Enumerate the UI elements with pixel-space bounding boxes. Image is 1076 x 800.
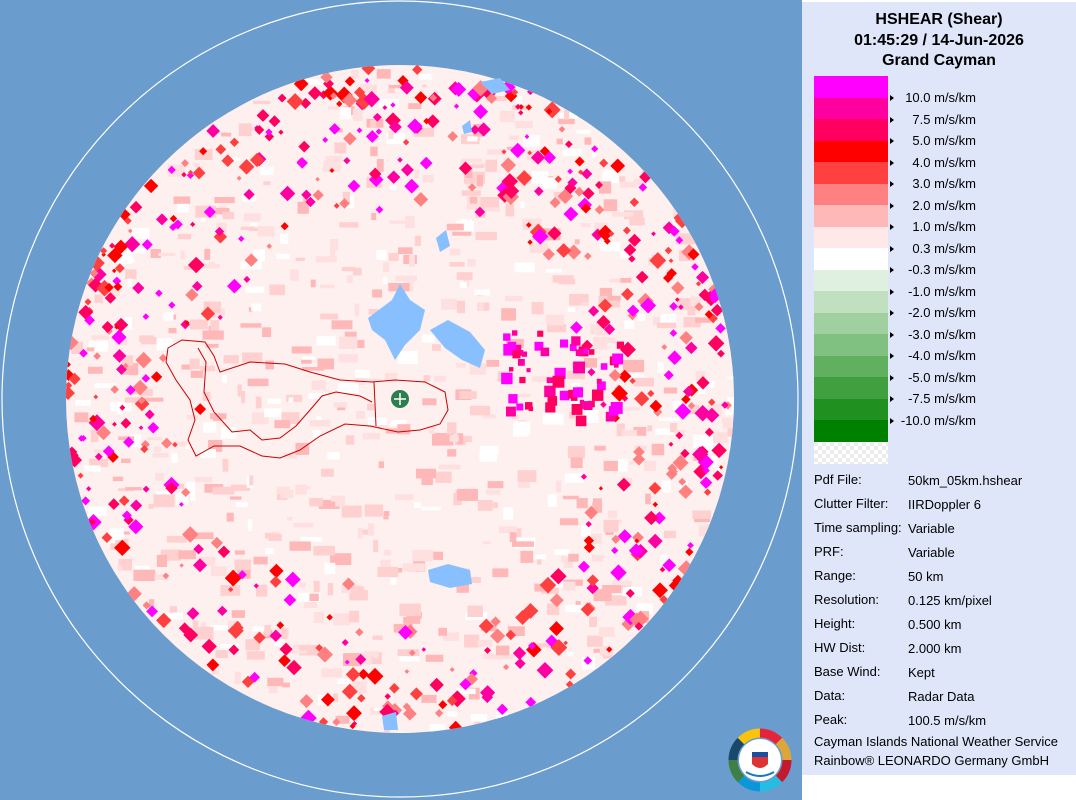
legend-label: -0.3 m/s/km [908, 262, 976, 277]
legend-swatch [814, 355, 888, 378]
legend-swatch [814, 248, 888, 270]
info-panel: HSHEAR (Shear) 01:45:29 / 14-Jun-2026 Gr… [802, 0, 1076, 800]
info-value: Variable [908, 545, 955, 560]
legend-swatch [814, 334, 888, 356]
product-datetime: 01:45:29 / 14-Jun-2026 [854, 32, 1024, 49]
legend-label: 2.0 m/s/km [912, 197, 976, 213]
radar-map [1, 0, 799, 798]
legend-swatch [814, 269, 888, 292]
legend-tick-marker [890, 288, 894, 295]
legend-tick-marker [890, 310, 894, 316]
legend-tick-marker [890, 417, 894, 424]
info-panel-body: HSHEAR (Shear) 01:45:29 / 14-Jun-2026 Gr… [802, 2, 1076, 775]
legend-label: 5.0 m/s/km [912, 133, 976, 148]
legend-label: 7.5 m/s/km [912, 111, 976, 127]
info-key: Resolution: [814, 592, 880, 607]
legend-label: -1.0 m/s/km [908, 283, 976, 299]
legend-swatch [814, 377, 888, 399]
legend-tick-marker [890, 224, 894, 230]
legend-label: 10.0 m/s/km [905, 90, 976, 105]
info-value: Kept [908, 665, 935, 680]
legend-swatch-bottom [814, 420, 888, 442]
legend-tick-marker [890, 202, 894, 209]
info-key: Time sampling: [814, 520, 902, 535]
site-name: Grand Cayman [882, 52, 996, 69]
footer-software: Rainbow® LEONARDO Germany GmbH [814, 753, 1049, 768]
info-value: 0.125 km/pixel [908, 593, 992, 608]
info-key: Height: [814, 616, 856, 631]
legend-tick-marker [890, 267, 894, 273]
legend-tick-marker [890, 331, 894, 338]
info-key: Base Wind: [814, 664, 881, 679]
legend-swatch [814, 398, 888, 421]
info-key: Clutter Filter: [814, 496, 889, 511]
legend-tick-marker [890, 396, 894, 402]
legend-swatch [814, 183, 888, 206]
info-key: HW Dist: [814, 640, 866, 655]
legend-swatch [814, 162, 888, 184]
legend-swatch [814, 140, 888, 163]
info-value: IIRDoppler 6 [908, 497, 981, 512]
info-key: Range: [814, 568, 856, 583]
legend-swatch [814, 97, 888, 120]
legend-label: 1.0 m/s/km [912, 219, 976, 234]
legend-no-data-swatch [814, 442, 888, 464]
legend-swatch [814, 291, 888, 313]
legend-label: 0.3 m/s/km [912, 240, 976, 256]
legend-label: 4.0 m/s/km [912, 154, 976, 170]
info-key: Pdf File: [814, 472, 862, 487]
legend-tick-marker [890, 374, 894, 381]
legend-tick-marker [890, 138, 894, 144]
info-value: 50 km [908, 569, 944, 584]
legend-swatch [814, 226, 888, 249]
info-value: 2.000 km [908, 641, 962, 656]
legend-swatch [814, 76, 888, 98]
info-value: Radar Data [908, 689, 975, 704]
legend-label: -2.0 m/s/km [908, 305, 976, 320]
legend-swatch [814, 205, 888, 227]
info-value: 100.5 m/s/km [908, 713, 987, 728]
info-value: 50km_05km.hshear [908, 473, 1023, 488]
legend-tick-marker [890, 159, 894, 166]
legend-tick-marker [890, 116, 894, 123]
legend-tick-marker [890, 181, 894, 187]
legend-label: -5.0 m/s/km [908, 369, 976, 385]
footer-agency: Cayman Islands National Weather Service [814, 734, 1058, 749]
legend-swatch [814, 312, 888, 335]
legend-label: -10.0 m/s/km [900, 412, 976, 428]
info-value: Variable [908, 521, 955, 536]
product-title: HSHEAR (Shear) [875, 11, 1003, 28]
info-key: Peak: [814, 712, 848, 727]
info-key: Data: [814, 688, 846, 703]
legend-label: -7.5 m/s/km [908, 391, 976, 406]
info-value: 0.500 km [908, 617, 962, 632]
legend-label: -3.0 m/s/km [908, 326, 976, 342]
legend-label: -4.0 m/s/km [908, 348, 976, 363]
info-key: PRF: [814, 544, 844, 559]
weather-service-logo [728, 728, 792, 792]
legend-label: 3.0 m/s/km [912, 176, 976, 191]
legend-tick-marker [890, 245, 894, 252]
radar-site-marker [391, 390, 409, 408]
legend-swatch [814, 119, 888, 141]
legend-tick-marker [890, 95, 894, 101]
legend-tick-marker [890, 353, 894, 359]
